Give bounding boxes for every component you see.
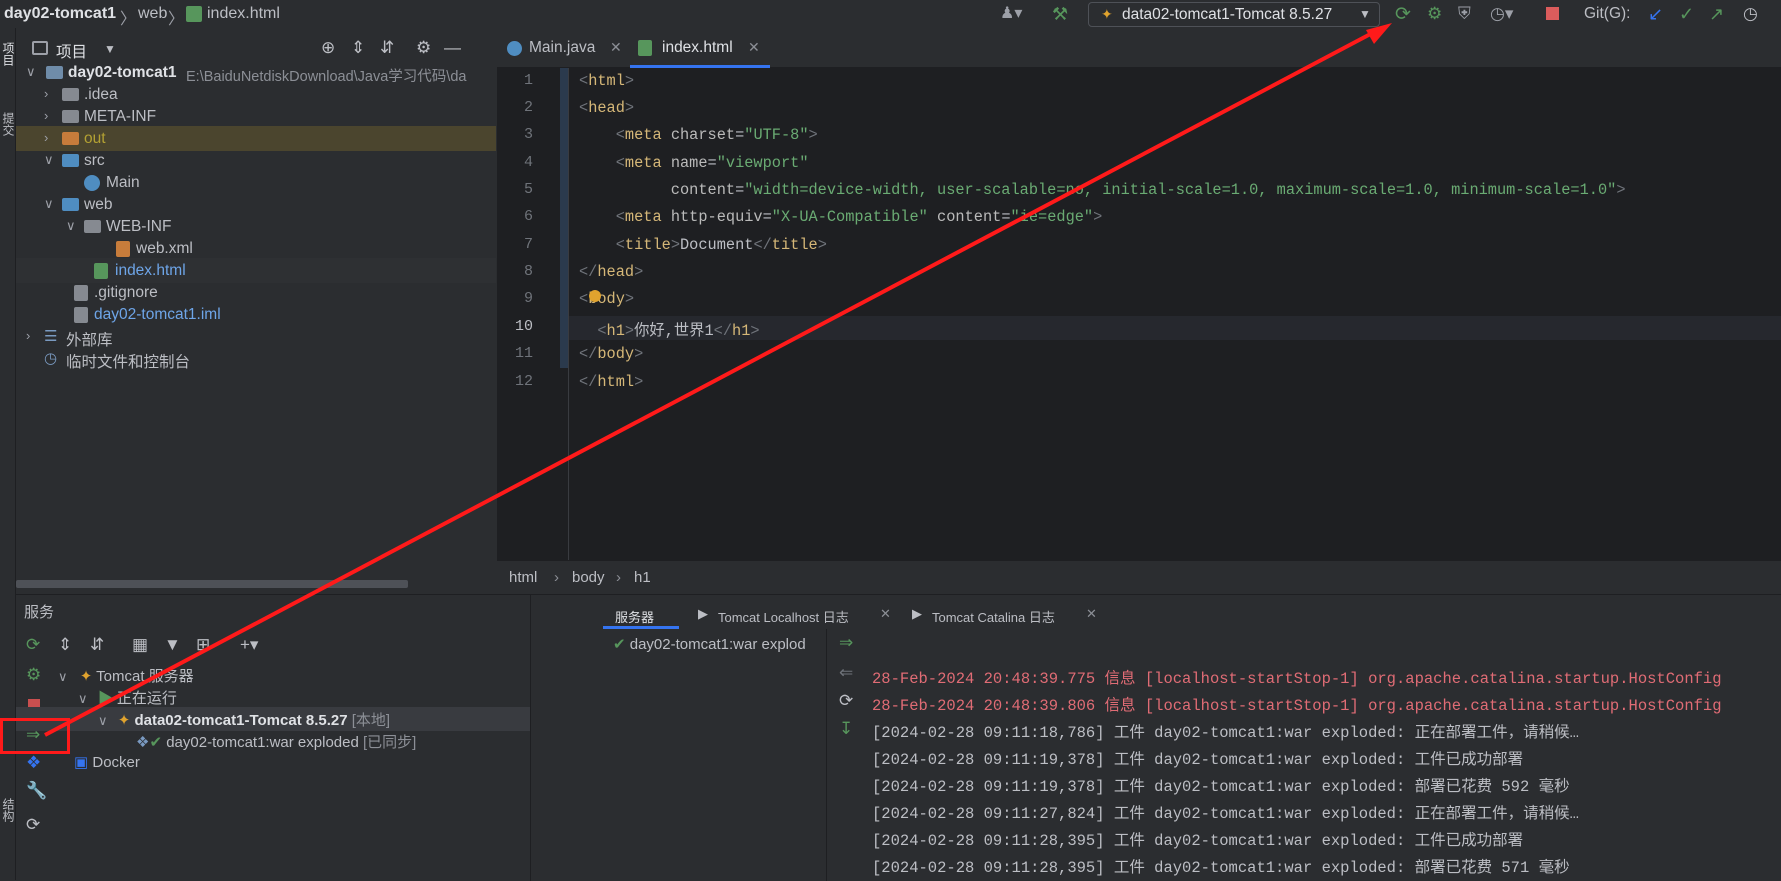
annotation-arrow-head	[1366, 23, 1392, 44]
annotation-arrow-line	[44, 28, 1379, 737]
annotation-arrow	[44, 23, 1392, 737]
